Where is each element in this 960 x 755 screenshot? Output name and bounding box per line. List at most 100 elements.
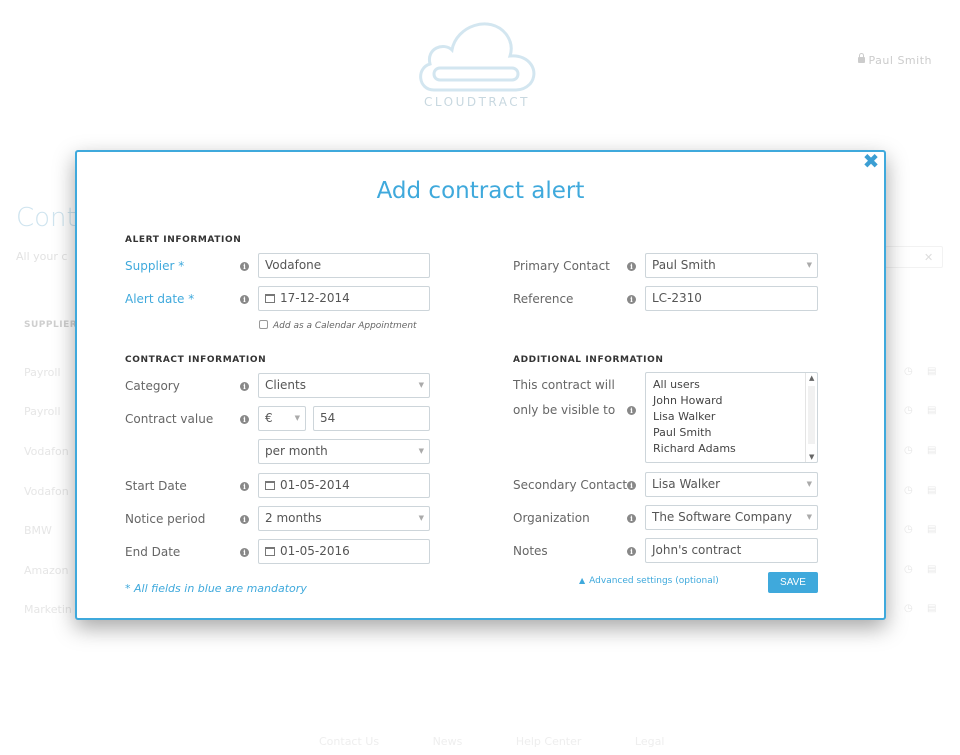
footer: Contact Us News Help Center Legal — [319, 735, 714, 748]
cloud-logo-icon — [419, 22, 536, 92]
table-row[interactable]: Vodafon — [24, 445, 69, 458]
primary-contact-value: Paul Smith — [652, 258, 716, 272]
clear-search-icon[interactable]: ✕ — [924, 251, 933, 264]
section-alert-information: ALERT INFORMATION — [125, 235, 242, 245]
clock-icon[interactable]: ◷ — [904, 445, 913, 456]
table-row[interactable]: Marketin — [24, 603, 72, 616]
trash-icon[interactable]: ▤ — [927, 445, 936, 456]
checkbox-box[interactable] — [259, 320, 268, 329]
currency-select[interactable]: € ▼ — [258, 406, 306, 431]
visibility-label-line1: This contract will — [513, 378, 615, 392]
reference-input[interactable]: LC-2310 — [645, 286, 818, 311]
supplier-input[interactable]: Vodafone — [258, 253, 430, 278]
scroll-up-icon[interactable]: ▲ — [809, 374, 814, 382]
contract-amount-input[interactable]: 54 — [313, 406, 430, 431]
chevron-down-icon: ▼ — [294, 414, 300, 422]
trash-icon[interactable]: ▤ — [927, 603, 936, 614]
alert-date-label: Alert date * — [125, 292, 195, 306]
trash-icon[interactable]: ▤ — [927, 405, 936, 416]
clock-icon[interactable]: ◷ — [904, 366, 913, 377]
page-title: Cont — [16, 203, 77, 233]
trash-icon[interactable]: ▤ — [927, 485, 936, 496]
list-item[interactable]: Paul Smith — [653, 425, 817, 441]
footer-link-news[interactable]: News — [433, 735, 463, 748]
info-icon[interactable]: i — [240, 415, 249, 424]
info-icon[interactable]: i — [240, 295, 249, 304]
section-additional-information: ADDITIONAL INFORMATION — [513, 355, 664, 365]
info-icon[interactable]: i — [240, 482, 249, 491]
info-icon[interactable]: i — [627, 514, 636, 523]
chevron-down-icon: ▼ — [806, 261, 812, 269]
search-input[interactable] — [885, 246, 943, 268]
chevron-up-icon: ▲ — [579, 576, 586, 585]
primary-contact-select[interactable]: Paul Smith ▼ — [645, 253, 818, 278]
list-item[interactable]: John Howard — [653, 393, 817, 409]
list-item[interactable]: Richard Adams — [653, 441, 817, 457]
clock-icon[interactable]: ◷ — [904, 485, 913, 496]
calendar-icon — [265, 547, 275, 556]
info-icon[interactable]: i — [240, 382, 249, 391]
clock-icon[interactable]: ◷ — [904, 564, 913, 575]
info-icon[interactable]: i — [627, 262, 636, 271]
end-date-input[interactable]: 01-05-2016 — [258, 539, 430, 564]
add-contract-alert-modal: Add contract alert ALERT INFORMATION Sup… — [75, 150, 886, 620]
organization-select[interactable]: The Software Company ▼ — [645, 505, 818, 530]
lock-icon — [857, 53, 865, 63]
reference-value: LC-2310 — [652, 291, 702, 305]
primary-contact-label: Primary Contact — [513, 259, 610, 273]
advanced-settings-label: Advanced settings (optional) — [589, 576, 719, 586]
table-row[interactable]: Payroll — [24, 366, 61, 379]
scrollbar-thumb[interactable] — [808, 386, 815, 444]
supplier-label: Supplier * — [125, 259, 185, 273]
category-value: Clients — [265, 378, 306, 392]
clock-icon[interactable]: ◷ — [904, 405, 913, 416]
category-select[interactable]: Clients ▼ — [258, 373, 430, 398]
list-item[interactable]: All users — [653, 377, 817, 393]
clock-icon[interactable]: ◷ — [904, 524, 913, 535]
info-icon[interactable]: i — [627, 481, 636, 490]
info-icon[interactable]: i — [627, 406, 636, 415]
secondary-contact-label: Secondary Contact — [513, 478, 628, 492]
clock-icon[interactable]: ◷ — [904, 603, 913, 614]
start-date-input[interactable]: 01-05-2014 — [258, 473, 430, 498]
footer-link-contact[interactable]: Contact Us — [319, 735, 379, 748]
end-date-label: End Date — [125, 545, 181, 559]
alert-date-value: 17-12-2014 — [280, 291, 350, 305]
trash-icon[interactable]: ▤ — [927, 366, 936, 377]
notice-period-select[interactable]: 2 months ▼ — [258, 506, 430, 531]
footer-link-legal[interactable]: Legal — [635, 735, 664, 748]
notes-value: John's contract — [652, 543, 742, 557]
info-icon[interactable]: i — [240, 548, 249, 557]
info-icon[interactable]: i — [240, 515, 249, 524]
footer-link-help[interactable]: Help Center — [516, 735, 582, 748]
secondary-contact-select[interactable]: Lisa Walker ▼ — [645, 472, 818, 497]
listbox-scrollbar[interactable]: ▲ ▼ — [805, 373, 817, 462]
list-item[interactable]: Lisa Walker — [653, 409, 817, 425]
organization-value: The Software Company — [652, 510, 792, 524]
period-value: per month — [265, 444, 328, 458]
table-row[interactable]: BMW — [24, 524, 52, 537]
trash-icon[interactable]: ▤ — [927, 564, 936, 575]
notes-input[interactable]: John's contract — [645, 538, 818, 563]
app-logo[interactable]: CLOUDTRACT — [412, 12, 542, 112]
table-row[interactable]: Payroll — [24, 405, 61, 418]
scroll-down-icon[interactable]: ▼ — [809, 453, 814, 461]
reference-label: Reference — [513, 292, 574, 306]
info-icon[interactable]: i — [240, 262, 249, 271]
calendar-appointment-checkbox[interactable]: Add as a Calendar Appointment — [259, 320, 417, 331]
table-row[interactable]: Vodafon — [24, 485, 69, 498]
advanced-settings-link[interactable]: ▲ Advanced settings (optional) — [579, 576, 719, 586]
start-date-label: Start Date — [125, 479, 187, 493]
trash-icon[interactable]: ▤ — [927, 524, 936, 535]
alert-date-input[interactable]: 17-12-2014 — [258, 286, 430, 311]
visibility-listbox[interactable]: All users John Howard Lisa Walker Paul S… — [645, 372, 818, 463]
close-icon[interactable]: ✖ — [862, 151, 880, 171]
info-icon[interactable]: i — [627, 295, 636, 304]
save-button[interactable]: SAVE — [768, 572, 818, 593]
info-icon[interactable]: i — [627, 547, 636, 556]
chevron-down-icon: ▼ — [418, 447, 424, 455]
period-select[interactable]: per month ▼ — [258, 439, 430, 464]
user-menu[interactable]: Paul Smith — [857, 53, 932, 67]
section-contract-information: CONTRACT INFORMATION — [125, 355, 267, 365]
table-row[interactable]: Amazon — [24, 564, 68, 577]
